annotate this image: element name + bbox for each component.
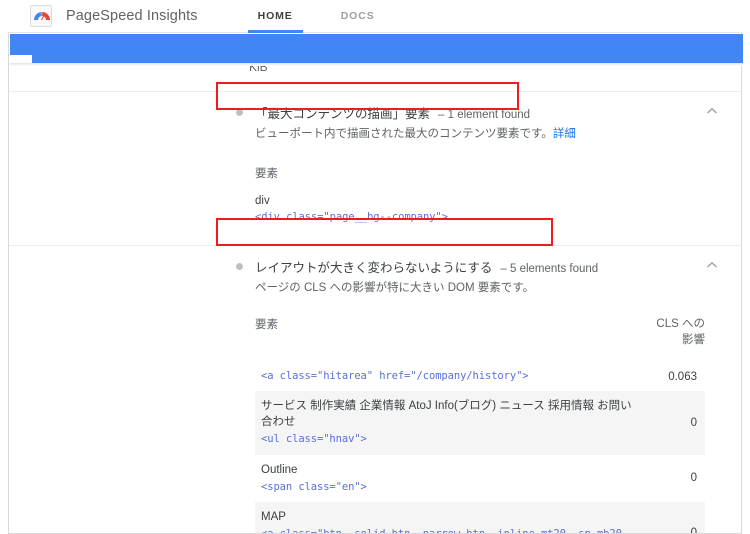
pagespeed-insights-report-screenshot: PageSpeed Insights HOME DOCS KiB 「最大コンテン…	[0, 0, 750, 534]
learn-more-link-lcp[interactable]: 詳細	[553, 128, 576, 140]
pagespeed-gauge-icon	[30, 5, 52, 27]
table-cell-impact: 0	[690, 416, 697, 429]
audit-description-text: ビューポート内で描画された最大のコンテンツ要素です。	[255, 128, 553, 140]
audit-title-text: レイアウトが大きく変わらないようにする	[255, 261, 493, 276]
element-snippet: <ul class="hnav">	[261, 433, 367, 446]
audit-title-text: 「最大コンテンツの描画」要素	[255, 107, 431, 121]
table-cell-impact: 0.063	[668, 370, 697, 383]
chevron-up-icon[interactable]	[705, 104, 719, 118]
status-dot-icon	[236, 109, 243, 116]
status-dot-icon	[236, 263, 243, 271]
audit-title-cls: レイアウトが大きく変わらないようにする – 5 elements found	[255, 257, 598, 276]
table-header-impact: CLS への 影響	[635, 316, 705, 349]
column-label-element-lcp: 要素	[255, 168, 278, 181]
table-cell-element: MAP <a class="btn--solid btn--narrow btn…	[261, 509, 647, 533]
element-label: サービス 制作実績 企業情報 AtoJ Info(ブログ) ニュース 採用情報 …	[261, 400, 632, 429]
report-content[interactable]: KiB 「最大コンテンツの描画」要素 – 1 element found ビューポ…	[9, 63, 741, 533]
element-snippet: <span class="en">	[261, 480, 367, 493]
table-cell-element: <a class="hitarea" href="/company/histor…	[261, 369, 647, 384]
chevron-up-icon[interactable]	[705, 258, 719, 272]
audit-description-cls: ページの CLS への影響が特に大きい DOM 要素です。	[255, 282, 535, 295]
element-label: Outline	[261, 463, 298, 476]
band-shadow	[10, 63, 743, 66]
brand-title: PageSpeed Insights	[66, 8, 198, 24]
audit-header-cls[interactable]: レイアウトが大きく変わらないようにする – 5 elements found	[9, 245, 741, 275]
table-cell-element: Outline <span class="en">	[261, 462, 647, 495]
lcp-element-block: div <div class="page__bg--company">	[9, 195, 741, 225]
cls-elements-table: 要素 CLS への 影響 <a class="hitarea" href="/c…	[255, 316, 705, 533]
table-header-row: 要素 CLS への 影響	[255, 316, 705, 355]
element-label: MAP	[261, 511, 286, 523]
tab-docs[interactable]: DOCS	[325, 0, 391, 33]
table-row: MAP <a class="btn--solid btn--narrow btn…	[255, 502, 705, 533]
table-cell-impact: 0	[690, 472, 697, 485]
audit-header-lcp[interactable]: 「最大コンテンツの描画」要素 – 1 element found	[9, 91, 741, 121]
tab-home[interactable]: HOME	[242, 0, 309, 33]
blue-highlight-band	[10, 34, 743, 63]
audit-title-lcp: 「最大コンテンツの描画」要素 – 1 element found	[255, 103, 530, 122]
brand[interactable]: PageSpeed Insights	[30, 5, 198, 27]
lcp-node-name: div	[255, 195, 270, 208]
audit-count-cls: – 5 elements found	[500, 263, 599, 276]
blue-band-notch	[10, 55, 32, 63]
audit-description-lcp: ビューポート内で描画された最大のコンテンツ要素です。詳細	[9, 126, 741, 143]
table-row: Outline <span class="en"> 0	[255, 455, 705, 502]
lcp-node-snippet: <div class="page__bg--company">	[255, 211, 448, 224]
table-row: サービス 制作実績 企業情報 AtoJ Info(ブログ) ニュース 採用情報 …	[255, 391, 705, 455]
main-nav-tabs: HOME DOCS	[242, 0, 391, 33]
audit-count-lcp: – 1 element found	[438, 109, 531, 121]
app-header: PageSpeed Insights HOME DOCS	[8, 0, 742, 33]
table-header-impact-line1: CLS への	[656, 317, 705, 330]
table-header-impact-line2: 影響	[682, 334, 705, 347]
table-cell-element: サービス 制作実績 企業情報 AtoJ Info(ブログ) ニュース 採用情報 …	[261, 398, 647, 447]
element-snippet: <a class="hitarea" href="/company/histor…	[261, 370, 529, 383]
table-row: <a class="hitarea" href="/company/histor…	[255, 355, 705, 391]
table-header-element: 要素	[255, 318, 278, 331]
